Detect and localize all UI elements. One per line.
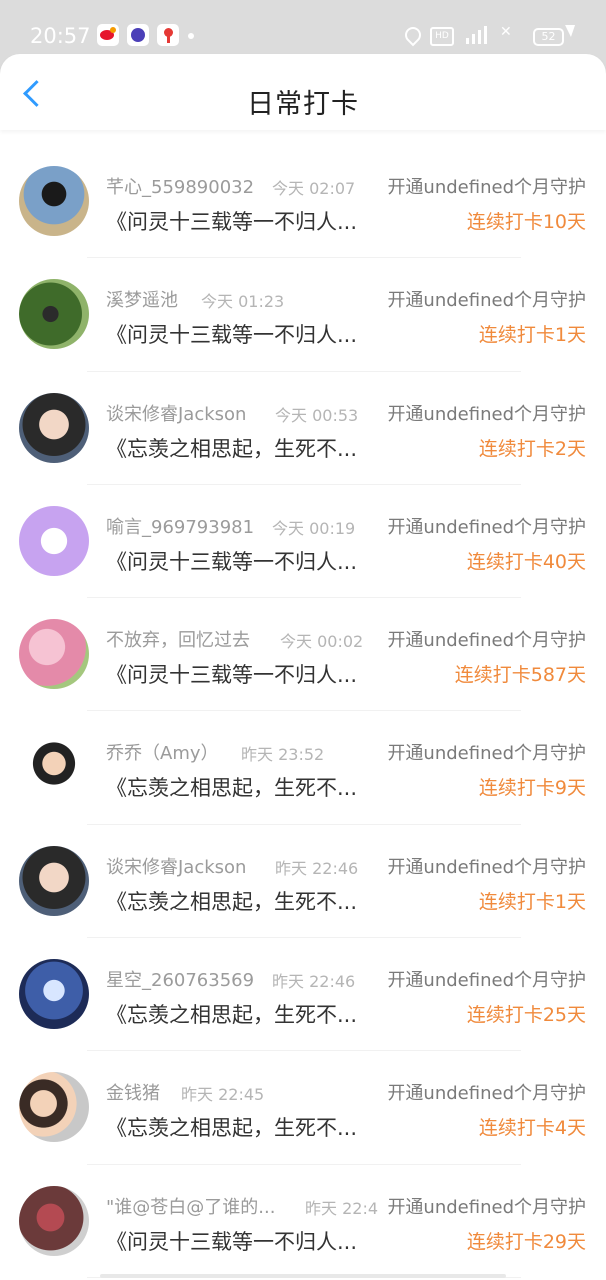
streak-count: 连续打卡25天 [466,1004,586,1027]
checkin-time: 昨天 22:4 [305,1198,379,1218]
user-name[interactable]: 喻言_969793981 [106,513,254,539]
list-item[interactable]: 喻言_969793981 今天 00:19 开通undefined个月守护 《问… [0,485,606,599]
location-icon [401,23,425,47]
streak-count: 连续打卡40天 [466,550,586,573]
streak-count: 连续打卡1天 [478,324,586,347]
battery-icon: 52 [533,28,564,46]
checkin-time: 昨天 22:46 [272,972,356,992]
book-title[interactable]: 《忘羡之相思起，生死不... [106,886,357,916]
book-title[interactable]: 《问灵十三载等一不归人... [106,546,357,576]
avatar[interactable] [19,505,89,576]
guard-status: 开通undefined个月守护 [387,743,586,765]
avatar[interactable] [19,166,89,236]
checkin-list: 芊心_559890032 今天 02:07 开通undefined个月守护 《问… [0,145,606,1278]
checkin-time: 昨天 22:45 [181,1085,265,1105]
page-header: 日常打卡 [0,54,606,130]
signal-icon [462,24,492,44]
guard-status: 开通undefined个月守护 [387,1083,586,1105]
book-title[interactable]: 《问灵十三载等一不归人... [106,659,357,689]
user-name[interactable]: 乔乔（Amy） [106,739,219,765]
list-item[interactable]: 溪梦遥池 今天 01:23 开通undefined个月守护 《问灵十三载等一不归… [0,258,606,372]
user-name[interactable]: 金钱猪 [106,1079,160,1105]
user-name[interactable]: 不放弃，回忆过去 [106,626,250,652]
guard-status: 开通undefined个月守护 [387,177,586,198]
book-title[interactable]: 《问灵十三载等一不归人... [106,319,357,349]
guard-status: 开通undefined个月守护 [387,290,586,312]
streak-count: 连续打卡10天 [466,211,586,233]
guard-status: 开通undefined个月守护 [387,1196,586,1218]
avatar[interactable] [19,732,89,803]
streak-count: 连续打卡29天 [466,1230,586,1253]
avatar[interactable] [19,1072,89,1143]
book-title[interactable]: 《忘羡之相思起，生死不... [106,772,357,802]
list-item[interactable]: "谁@苍白@了谁的... 昨天 22:4 开通undefined个月守护 《问灵… [0,1165,606,1278]
streak-count: 连续打卡587天 [454,664,586,687]
checkin-time: 昨天 23:52 [241,745,325,765]
scroll-indicator [100,1274,506,1278]
streak-count: 连续打卡9天 [478,777,586,800]
weibo-icon [97,24,119,46]
checkin-time: 今天 02:07 [272,179,356,198]
page-title: 日常打卡 [247,89,359,120]
notification-dot-icon [188,33,194,39]
checkin-time: 今天 00:02 [280,632,364,652]
guard-status: 开通undefined个月守护 [387,630,586,652]
book-title[interactable]: 《忘羡之相思起，生死不... [106,433,357,463]
checkin-time: 昨天 22:46 [275,858,359,878]
checkin-time: 今天 00:19 [272,518,356,538]
avatar[interactable] [19,1185,89,1256]
avatar[interactable] [19,279,89,350]
no-signal-icon: ✕ [500,24,512,40]
streak-count: 连续打卡2天 [478,437,586,460]
list-item[interactable]: 不放弃，回忆过去 今天 00:02 开通undefined个月守护 《问灵十三载… [0,598,606,712]
guard-status: 开通undefined个月守护 [387,403,586,425]
book-title[interactable]: 《忘羡之相思起，生死不... [106,999,357,1029]
hd-icon: HD [430,27,454,46]
user-name[interactable]: 星空_260763569 [106,966,254,992]
avatar[interactable] [19,619,89,690]
map-pin-icon [157,24,179,46]
list-item[interactable]: 谈宋修睿Jackson 昨天 22:46 开通undefined个月守护 《忘羡… [0,825,606,939]
app-circle-icon [127,24,149,46]
book-title[interactable]: 《忘羡之相思起，生死不... [106,1112,357,1142]
book-title[interactable]: 《问灵十三载等一不归人... [106,206,357,236]
streak-count: 连续打卡4天 [478,1117,586,1140]
guard-status: 开通undefined个月守护 [387,856,586,878]
user-name[interactable]: "谁@苍白@了谁的... [106,1193,275,1219]
avatar[interactable] [19,959,89,1030]
checkin-time: 今天 00:53 [275,405,359,425]
user-name[interactable]: 溪梦遥池 [106,286,178,312]
list-item[interactable]: 星空_260763569 昨天 22:46 开通undefined个月守护 《忘… [0,938,606,1052]
user-name[interactable]: 谈宋修睿Jackson [106,400,246,426]
guard-status: 开通undefined个月守护 [387,516,586,538]
avatar[interactable] [19,845,89,916]
list-item[interactable]: 谈宋修睿Jackson 今天 00:53 开通undefined个月守护 《忘羡… [0,372,606,485]
list-item[interactable]: 乔乔（Amy） 昨天 23:52 开通undefined个月守护 《忘羡之相思起… [0,711,606,825]
checkin-time: 今天 01:23 [201,292,285,312]
status-time: 20:57 [30,24,91,48]
list-item[interactable]: 芊心_559890032 今天 02:07 开通undefined个月守护 《问… [0,145,606,259]
avatar[interactable] [19,392,89,463]
book-title[interactable]: 《问灵十三载等一不归人... [106,1226,357,1256]
list-item[interactable]: 金钱猪 昨天 22:45 开通undefined个月守护 《忘羡之相思起，生死不… [0,1051,606,1165]
user-name[interactable]: 芊心_559890032 [106,173,254,199]
streak-count: 连续打卡1天 [478,890,586,913]
guard-status: 开通undefined个月守护 [387,970,586,992]
user-name[interactable]: 谈宋修睿Jackson [106,853,246,879]
